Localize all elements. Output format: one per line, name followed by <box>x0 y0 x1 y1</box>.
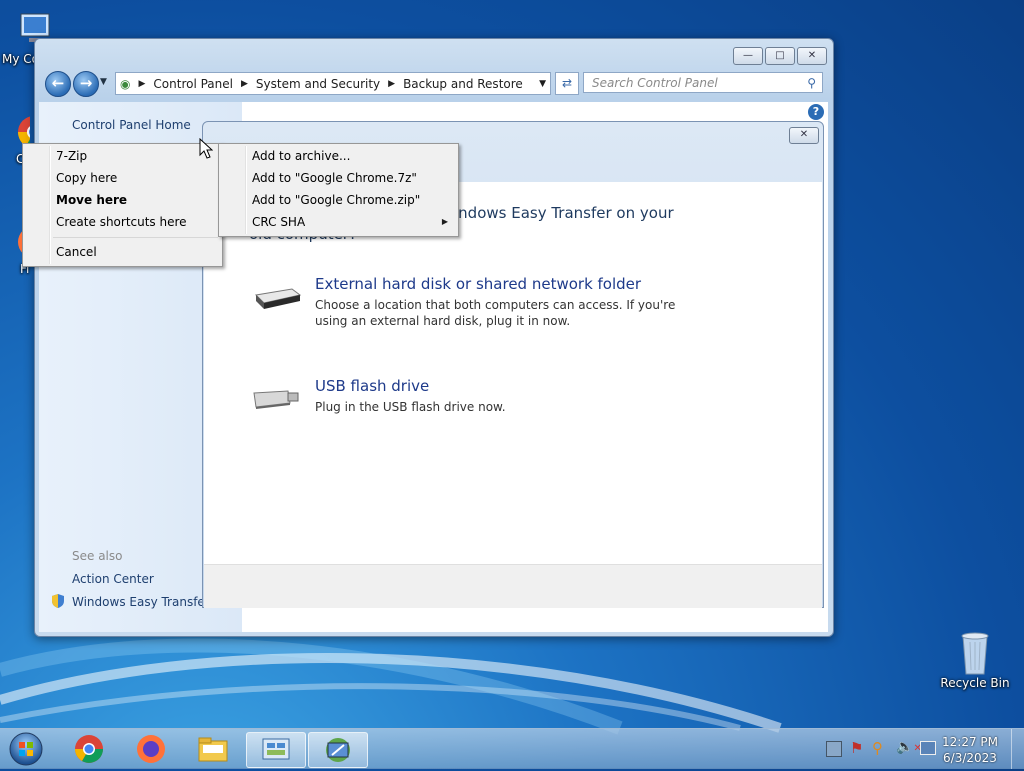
volume-muted-icon[interactable]: 🔈✕ <box>896 739 922 755</box>
taskbar-explorer[interactable] <box>184 732 242 766</box>
display-icon[interactable] <box>920 741 936 755</box>
option-usb-desc: Plug in the USB flash drive now. <box>315 400 506 414</box>
dialog-body: indows Easy Transfer on your old compute… <box>204 182 822 564</box>
folder-icon <box>198 737 228 762</box>
sidebar-control-panel-home[interactable]: Control Panel Home <box>72 118 191 132</box>
minimize-button[interactable]: — <box>733 47 763 65</box>
submenu-arrow-icon: ▶ <box>441 217 448 226</box>
recent-pages-chevron-icon[interactable]: ▼ <box>100 77 107 87</box>
menu-item-cancel[interactable]: Cancel <box>23 241 97 263</box>
shield-icon <box>51 593 65 612</box>
system-tray: ⚑ ⚲ 🔈✕ 12:27 PM 6/3/2023 <box>804 729 1024 769</box>
window-controls: — □ ✕ <box>733 47 827 65</box>
clock-time: 12:27 PM <box>942 735 998 749</box>
usb-drive-icon <box>252 385 302 414</box>
breadcrumb-separator-icon: ▶ <box>240 78 248 89</box>
taskbar-easy-transfer[interactable] <box>308 732 368 768</box>
7zip-submenu: Add to archive... Add to "Google Chrome.… <box>218 143 459 237</box>
back-button[interactable]: ← <box>45 71 71 97</box>
address-dropdown-icon[interactable]: ▼ <box>539 79 546 89</box>
forward-button[interactable]: → <box>73 71 99 97</box>
menu-item-move-here[interactable]: Move here <box>23 189 127 211</box>
submenu-add-to-zip[interactable]: Add to "Google Chrome.zip" <box>219 189 420 211</box>
breadcrumb-system-security[interactable]: System and Security <box>256 77 380 91</box>
navigation-bar: ← → ▼ ◉ ▶ Control Panel ▶ System and Sec… <box>43 71 823 97</box>
option-external-disk-title[interactable]: External hard disk or shared network fol… <box>315 275 641 293</box>
taskbar-control-panel[interactable] <box>246 732 306 768</box>
address-bar[interactable]: ◉ ▶ Control Panel ▶ System and Security … <box>115 72 551 95</box>
refresh-button[interactable]: ⇄ <box>555 72 579 95</box>
chrome-icon <box>75 735 103 763</box>
control-panel-icon: ◉ <box>120 76 131 91</box>
dialog-footer <box>204 564 822 608</box>
breadcrumb-control-panel[interactable]: Control Panel <box>153 77 233 91</box>
network-icon[interactable] <box>826 741 842 757</box>
taskbar-firefox[interactable] <box>122 732 180 766</box>
dialog-close-button[interactable]: ✕ <box>789 127 819 144</box>
breadcrumb-backup-restore[interactable]: Backup and Restore <box>403 77 523 91</box>
search-placeholder: Search Control Panel <box>592 76 718 90</box>
sidebar-action-center[interactable]: Action Center <box>72 572 154 586</box>
taskbar-chrome[interactable] <box>60 732 118 766</box>
sidebar-windows-easy-transfer[interactable]: Windows Easy Transfer <box>72 595 210 609</box>
firefox-icon <box>137 735 165 763</box>
help-icon[interactable]: ? <box>808 104 824 120</box>
desktop-icon-recycle-bin[interactable]: Recycle Bin <box>940 630 1010 690</box>
submenu-add-to-archive[interactable]: Add to archive... <box>219 145 350 167</box>
search-icon[interactable]: ⚲ <box>807 73 816 94</box>
menu-item-create-shortcuts[interactable]: Create shortcuts here <box>23 211 187 233</box>
show-desktop-button[interactable] <box>1011 729 1024 769</box>
maximize-button[interactable]: □ <box>765 47 795 65</box>
desktop-icon-label: Recycle Bin <box>940 676 1010 690</box>
start-button[interactable] <box>6 730 46 768</box>
close-button[interactable]: ✕ <box>797 47 827 65</box>
submenu-crc-sha[interactable]: CRC SHA <box>219 211 305 233</box>
control-panel-icon <box>262 738 290 760</box>
option-external-disk-desc: Choose a location that both computers ca… <box>315 298 676 328</box>
menu-item-copy-here[interactable]: Copy here <box>23 167 117 189</box>
action-center-flag-icon[interactable]: ⚑ <box>850 739 863 757</box>
taskbar: ⚑ ⚲ 🔈✕ 12:27 PM 6/3/2023 <box>0 728 1024 769</box>
recycle-bin-icon <box>955 630 995 675</box>
external-drive-icon <box>252 285 302 314</box>
search-input[interactable]: Search Control Panel ⚲ <box>583 72 823 93</box>
breadcrumb-separator-icon: ▶ <box>138 78 146 89</box>
search-tray-icon[interactable]: ⚲ <box>872 739 883 757</box>
menu-item-7zip[interactable]: 7-Zip <box>23 145 87 167</box>
easy-transfer-icon <box>326 738 350 762</box>
context-menu: 7-Zip Copy here Move here Create shortcu… <box>22 143 223 267</box>
windows-logo-icon <box>9 732 43 766</box>
submenu-add-to-7z[interactable]: Add to "Google Chrome.7z" <box>219 167 417 189</box>
clock[interactable]: 12:27 PM 6/3/2023 <box>942 734 998 766</box>
breadcrumb-separator-icon: ▶ <box>388 78 396 89</box>
option-usb-title[interactable]: USB flash drive <box>315 377 429 395</box>
clock-date: 6/3/2023 <box>943 751 997 765</box>
see-also-heading: See also <box>72 549 123 563</box>
mouse-cursor-icon <box>199 138 213 159</box>
menu-separator <box>53 237 218 238</box>
